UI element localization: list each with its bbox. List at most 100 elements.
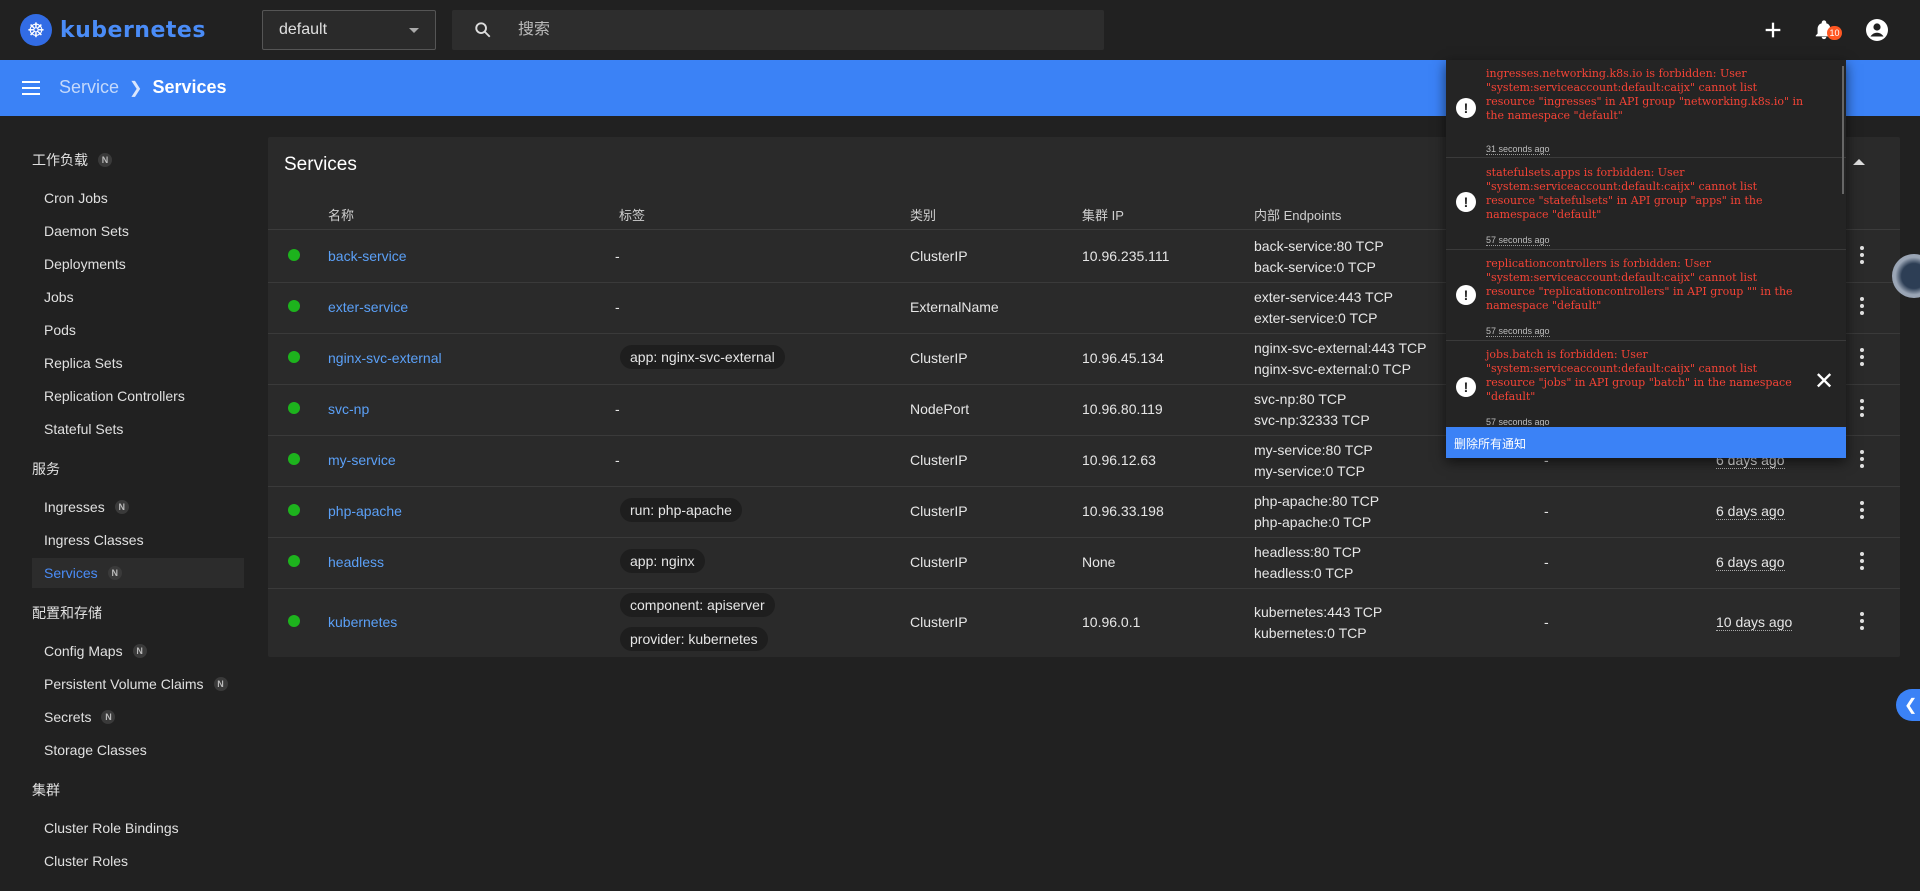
sidebar-group-label: 配置和存储 bbox=[32, 605, 102, 621]
row-actions-menu-icon[interactable] bbox=[1860, 348, 1864, 369]
sidebar-item-jobs[interactable]: Jobs bbox=[44, 289, 74, 305]
row-actions-menu-icon[interactable] bbox=[1860, 612, 1864, 633]
column-header-name[interactable]: 名称 bbox=[328, 205, 354, 224]
status-ok-icon bbox=[288, 504, 300, 516]
row-actions-menu-icon[interactable] bbox=[1860, 399, 1864, 420]
sidebar-group-label: 工作负载 bbox=[32, 152, 88, 168]
clear-all-notifications-button[interactable]: 删除所有通知 bbox=[1446, 427, 1846, 458]
service-name-link[interactable]: exter-service bbox=[328, 299, 408, 315]
status-ok-icon bbox=[288, 555, 300, 567]
service-name-link[interactable]: kubernetes bbox=[328, 614, 397, 630]
type-cell: ClusterIP bbox=[910, 614, 968, 630]
sidebar-item-cron-jobs[interactable]: Cron Jobs bbox=[44, 190, 108, 206]
sidebar-item-services[interactable]: Services N bbox=[32, 558, 244, 588]
notification-item[interactable]: ! replicationcontrollers is forbidden: U… bbox=[1446, 250, 1846, 341]
row-actions-menu-icon[interactable] bbox=[1860, 450, 1864, 471]
error-icon: ! bbox=[1456, 377, 1476, 397]
sidebar-item-storage-classes[interactable]: Storage Classes bbox=[44, 742, 147, 758]
row-actions-menu-icon[interactable] bbox=[1860, 552, 1864, 573]
sidebar-item-cluster-roles[interactable]: Cluster Roles bbox=[44, 853, 128, 869]
service-name-link[interactable]: my-service bbox=[328, 452, 396, 468]
endpoint: nginx-svc-external:0 TCP bbox=[1254, 361, 1411, 377]
endpoint: my-service:0 TCP bbox=[1254, 463, 1365, 479]
notifications-panel: ! ingresses.networking.k8s.io is forbidd… bbox=[1446, 60, 1846, 458]
notification-scrollbar[interactable] bbox=[1842, 66, 1844, 194]
sidebar-item-replica-sets[interactable]: Replica Sets bbox=[44, 355, 123, 371]
create-button[interactable] bbox=[1757, 14, 1789, 46]
sidebar-item-daemon-sets[interactable]: Daemon Sets bbox=[44, 223, 129, 239]
notification-item[interactable]: ! jobs.batch is forbidden: User "system:… bbox=[1446, 341, 1846, 426]
type-cell: ClusterIP bbox=[910, 503, 968, 519]
expand-panel-tab[interactable]: ❮ bbox=[1896, 689, 1920, 721]
endpoint: headless:80 TCP bbox=[1254, 544, 1362, 560]
sidebar-group-cluster[interactable]: 集群 bbox=[32, 780, 60, 800]
labels-cell: - bbox=[615, 452, 620, 468]
status-ok-icon bbox=[288, 615, 300, 627]
cluster-ip-cell: 10.96.235.111 bbox=[1082, 248, 1170, 264]
row-actions-menu-icon[interactable] bbox=[1860, 501, 1864, 522]
endpoint: svc-np:32333 TCP bbox=[1254, 412, 1370, 428]
external-endpoints-cell: - bbox=[1544, 614, 1549, 630]
sidebar-group-workloads[interactable]: 工作负载 N bbox=[32, 150, 112, 170]
notifications-button[interactable]: 10 bbox=[1808, 14, 1842, 46]
breadcrumb-current: Services bbox=[152, 77, 227, 97]
external-endpoints-cell: - bbox=[1544, 554, 1549, 570]
endpoint: kubernetes:0 TCP bbox=[1254, 625, 1367, 641]
breadcrumb-service[interactable]: Service bbox=[59, 77, 119, 98]
service-name-link[interactable]: nginx-svc-external bbox=[328, 350, 442, 366]
service-name-link[interactable]: svc-np bbox=[328, 401, 369, 417]
sidebar-item-ingress-classes[interactable]: Ingress Classes bbox=[44, 532, 144, 548]
type-cell: NodePort bbox=[910, 401, 970, 417]
menu-icon[interactable] bbox=[22, 81, 40, 95]
sidebar-item-pods[interactable]: Pods bbox=[44, 322, 76, 338]
app-logo[interactable]: ☸ kubernetes bbox=[20, 14, 206, 46]
account-button[interactable] bbox=[1861, 14, 1893, 46]
error-icon: ! bbox=[1456, 192, 1476, 212]
row-actions-menu-icon[interactable] bbox=[1860, 297, 1864, 318]
sidebar-item-deployments[interactable]: Deployments bbox=[44, 256, 126, 272]
sidebar-item-ingresses[interactable]: Ingresses N bbox=[44, 499, 129, 515]
collapse-icon[interactable] bbox=[1853, 159, 1865, 165]
sidebar-item-label: Storage Classes bbox=[44, 742, 147, 758]
notification-time: 57 seconds ago bbox=[1486, 417, 1550, 426]
sidebar-item-cluster-role-bindings[interactable]: Cluster Role Bindings bbox=[44, 820, 179, 836]
endpoint: headless:0 TCP bbox=[1254, 565, 1354, 581]
column-header-cluster-ip: 集群 IP bbox=[1082, 208, 1124, 223]
sidebar-item-secrets[interactable]: Secrets N bbox=[44, 709, 116, 725]
notification-list: ! ingresses.networking.k8s.io is forbidd… bbox=[1446, 60, 1846, 426]
card-title: Services bbox=[284, 154, 357, 175]
endpoint: exter-service:0 TCP bbox=[1254, 310, 1378, 326]
notification-message: statefulsets.apps is forbidden: User "sy… bbox=[1486, 166, 1763, 221]
chevron-left-icon: ❮ bbox=[1904, 697, 1918, 714]
sidebar-item-config-maps[interactable]: Config Maps N bbox=[44, 643, 147, 659]
error-icon: ! bbox=[1456, 98, 1476, 118]
type-cell: ClusterIP bbox=[910, 452, 968, 468]
sidebar-group-service[interactable]: 服务 bbox=[32, 459, 60, 479]
created-age: 6 days ago bbox=[1716, 503, 1785, 520]
service-name-link[interactable]: headless bbox=[328, 554, 384, 570]
search-input[interactable] bbox=[518, 21, 1078, 39]
service-name-link[interactable]: back-service bbox=[328, 248, 407, 264]
external-endpoints-cell: - bbox=[1544, 503, 1549, 519]
new-badge: N bbox=[213, 677, 228, 691]
sidebar-group-label: 服务 bbox=[32, 461, 60, 477]
status-ok-icon bbox=[288, 402, 300, 414]
sidebar-item-persistent-volume-claims[interactable]: Persistent Volume Claims N bbox=[44, 676, 228, 692]
row-actions-menu-icon[interactable] bbox=[1860, 246, 1864, 267]
service-name-link[interactable]: php-apache bbox=[328, 503, 402, 519]
new-badge: N bbox=[132, 644, 147, 658]
sidebar-item-replication-controllers[interactable]: Replication Controllers bbox=[44, 388, 185, 404]
status-ok-icon bbox=[288, 351, 300, 363]
sidebar-item-stateful-sets[interactable]: Stateful Sets bbox=[44, 421, 123, 437]
status-ok-icon bbox=[288, 249, 300, 261]
sidebar-group-config[interactable]: 配置和存储 bbox=[32, 603, 102, 623]
search-box[interactable] bbox=[452, 10, 1104, 50]
search-icon bbox=[475, 22, 491, 38]
notification-time: 57 seconds ago bbox=[1486, 235, 1550, 246]
endpoint: my-service:80 TCP bbox=[1254, 442, 1373, 458]
notification-item[interactable]: ! ingresses.networking.k8s.io is forbidd… bbox=[1446, 60, 1846, 158]
type-cell: ClusterIP bbox=[910, 350, 968, 366]
namespace-select[interactable]: default bbox=[262, 10, 436, 50]
close-icon[interactable]: ✕ bbox=[1814, 367, 1834, 396]
notification-item[interactable]: ! statefulsets.apps is forbidden: User "… bbox=[1446, 158, 1846, 250]
